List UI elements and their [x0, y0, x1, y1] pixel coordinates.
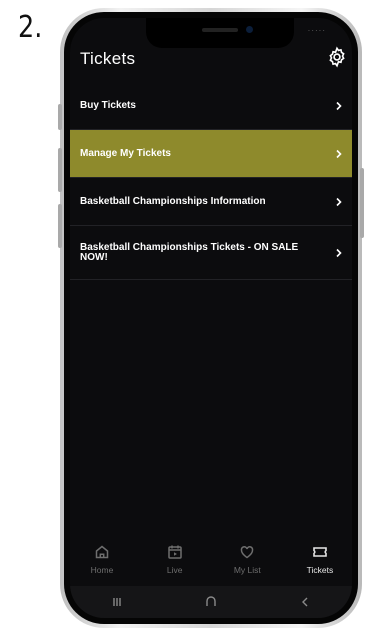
- phone-bezel: ····· Tickets Buy Tickets Manage My Tick…: [64, 12, 358, 624]
- power-button: [360, 168, 364, 238]
- tab-label: Live: [166, 565, 183, 575]
- tab-label: Tickets: [306, 565, 334, 575]
- front-camera: [246, 26, 253, 33]
- chevron-right-icon: [336, 149, 342, 158]
- menu-item-championships-information[interactable]: Basketball Championships Information: [70, 178, 352, 226]
- phone-frame: ····· Tickets Buy Tickets Manage My Tick…: [58, 8, 364, 628]
- menu-item-label: Buy Tickets: [80, 99, 136, 111]
- recent-apps-icon[interactable]: [110, 595, 124, 609]
- tickets-menu: Buy Tickets Manage My Tickets Basketball…: [70, 82, 352, 280]
- system-navigation-bar: [70, 586, 352, 618]
- tab-my-list[interactable]: My List: [223, 530, 271, 586]
- tab-label: Home: [90, 565, 114, 575]
- tab-tickets[interactable]: Tickets: [296, 530, 344, 586]
- app-screen: ····· Tickets Buy Tickets Manage My Tick…: [70, 18, 352, 618]
- back-icon[interactable]: [298, 595, 312, 609]
- home-icon: [95, 545, 109, 559]
- menu-item-manage-my-tickets[interactable]: Manage My Tickets: [70, 130, 352, 178]
- tab-label: My List: [233, 565, 261, 575]
- menu-item-label: Manage My Tickets: [80, 147, 171, 159]
- menu-item-label: Basketball Championships Tickets - ON SA…: [80, 241, 299, 263]
- notch: [146, 18, 294, 48]
- chevron-right-icon: [336, 197, 342, 206]
- menu-item-label: Basketball Championships Information: [80, 195, 266, 207]
- earpiece-speaker: [202, 28, 238, 32]
- volume-up-button: [58, 148, 62, 192]
- ticket-icon: [313, 547, 327, 557]
- chevron-right-icon: [336, 101, 342, 110]
- status-indicators: ·····: [307, 26, 326, 35]
- tab-live[interactable]: Live: [151, 530, 199, 586]
- heart-icon: [241, 546, 254, 559]
- tab-home[interactable]: Home: [78, 530, 126, 586]
- menu-item-buy-tickets[interactable]: Buy Tickets: [70, 82, 352, 130]
- mute-switch: [58, 104, 62, 130]
- chevron-right-icon: [336, 248, 342, 257]
- bottom-tab-bar: Home Live My List Tickets: [70, 530, 352, 586]
- step-number: 2.: [18, 10, 43, 45]
- page-title: Tickets: [80, 49, 136, 68]
- gear-icon[interactable]: [326, 46, 348, 68]
- menu-item-championships-tickets[interactable]: Basketball Championships Tickets - ON SA…: [70, 226, 352, 280]
- home-nav-icon[interactable]: [204, 595, 218, 609]
- tv-icon: [167, 545, 182, 559]
- volume-down-button: [58, 204, 62, 248]
